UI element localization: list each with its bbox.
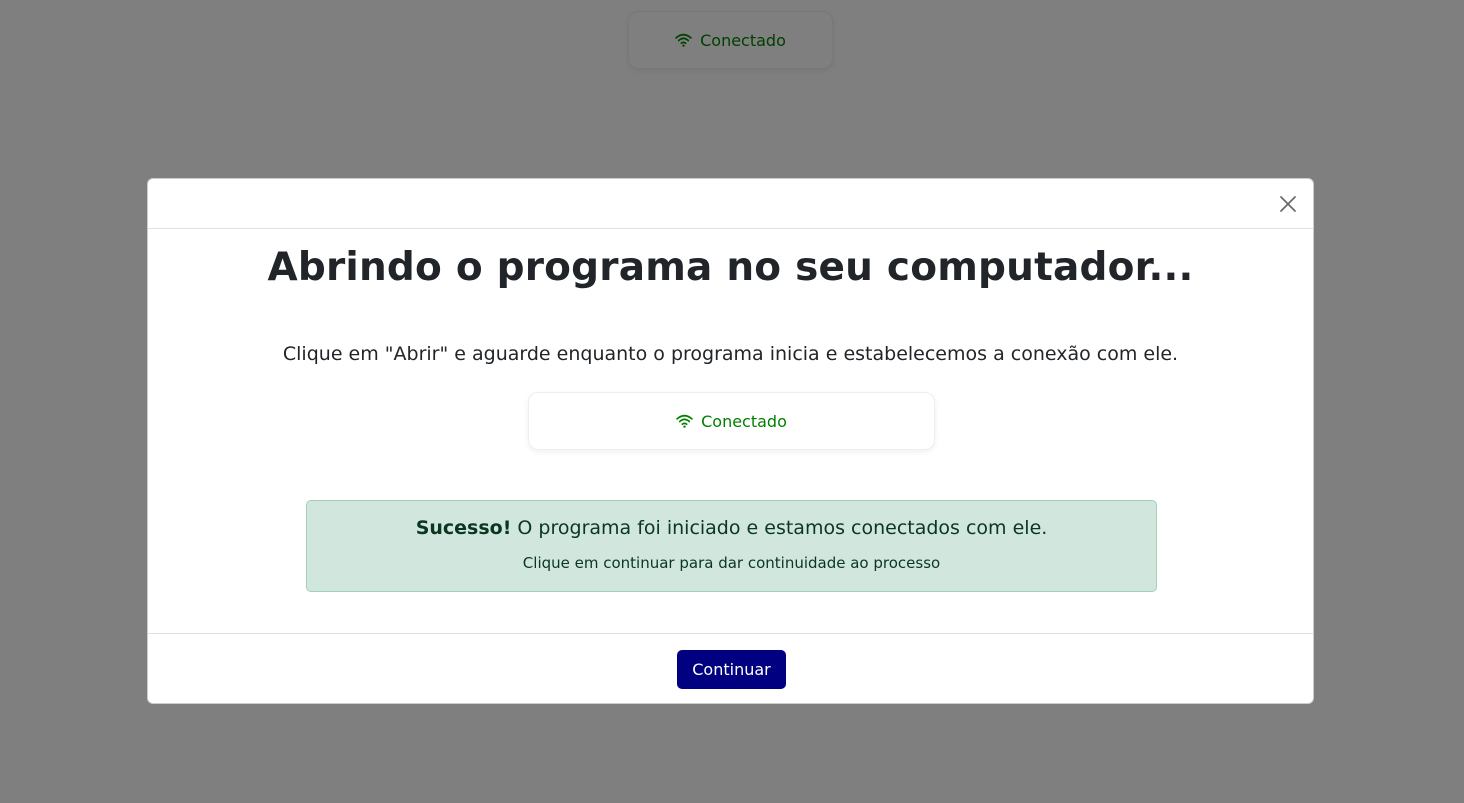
modal-instruction: Clique em "Abrir" e aguarde enquanto o p… — [282, 343, 1179, 365]
alert-detail: Clique em continuar para dar continuidad… — [522, 554, 941, 572]
wifi-icon — [676, 414, 693, 428]
alert-strong: Sucesso! — [415, 517, 512, 539]
connection-status-label: Conectado — [701, 411, 787, 431]
connection-status: Conectado — [528, 392, 935, 450]
modal-title: Abrindo o programa no seu computador... — [267, 245, 1194, 290]
continue-button[interactable]: Continuar — [677, 650, 786, 689]
connection-modal: Abrindo o programa no seu computador... … — [147, 178, 1314, 704]
close-button[interactable] — [1277, 193, 1299, 215]
modal-footer: Continuar — [148, 633, 1313, 703]
modal-header — [148, 179, 1313, 229]
alert-message-text: O programa foi iniciado e estamos conect… — [511, 517, 1048, 539]
success-alert: Sucesso! O programa foi iniciado e estam… — [306, 500, 1157, 592]
alert-message: Sucesso! O programa foi iniciado e estam… — [307, 517, 1156, 539]
close-icon — [1280, 196, 1296, 212]
